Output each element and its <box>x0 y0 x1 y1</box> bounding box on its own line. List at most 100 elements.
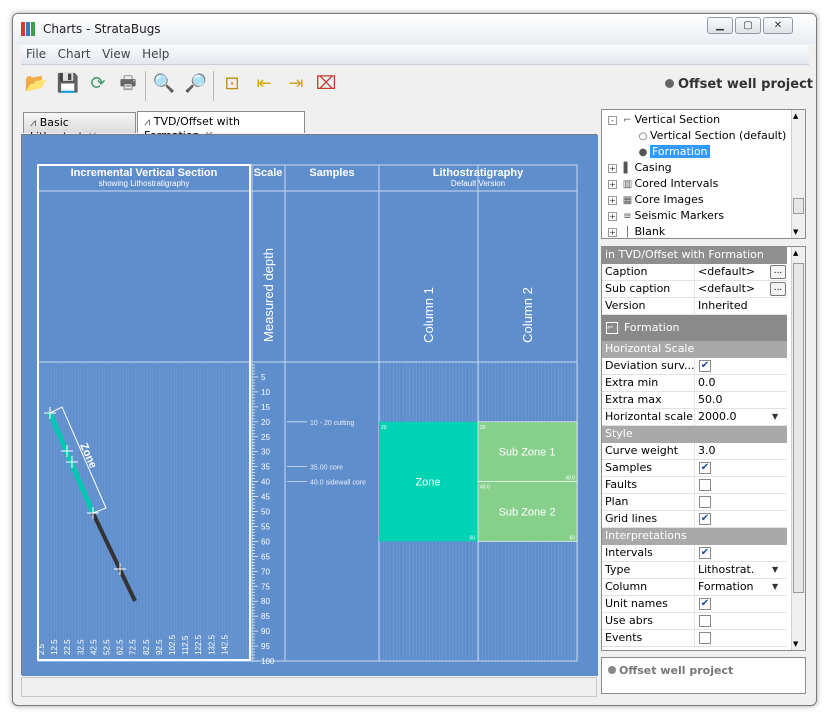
property-checkbox[interactable]: ✔ <box>699 360 711 372</box>
move-left-icon[interactable]: ⇤ <box>251 71 277 97</box>
offset-tick-label: 82.5 <box>142 639 151 655</box>
ivs-title: Incremental Vertical Section <box>71 167 218 179</box>
sample-label: 40.0 sidewall core <box>310 480 366 487</box>
property-key: Samples <box>605 461 652 474</box>
property-value[interactable]: <default> <box>698 282 768 295</box>
property-row[interactable]: Faults <box>602 477 787 494</box>
zoom-in-icon[interactable]: 🔍 <box>151 71 177 97</box>
zoom-out-icon[interactable]: 🔎 <box>183 71 209 97</box>
menu-bar: File Chart View Help <box>21 45 809 65</box>
collapse-icon[interactable]: - <box>608 115 617 125</box>
tree-item[interactable]: ○ Vertical Section (default) <box>636 129 787 145</box>
tree-item[interactable]: + ▦ Core Images <box>608 193 704 209</box>
expand-icon[interactable]: + <box>608 227 617 237</box>
expand-icon[interactable]: + <box>608 163 617 173</box>
minimize-button[interactable]: ▁ <box>707 17 733 34</box>
tree-item[interactable]: ● Formation <box>636 145 710 161</box>
menu-help[interactable]: Help <box>139 45 172 63</box>
depth-tick-label: 80 <box>261 597 270 606</box>
depth-tick-label: 25 <box>261 433 270 442</box>
tree-scrollbar[interactable]: ▲ ▼ <box>791 110 805 238</box>
tab-basic-lithostrat[interactable]: ⩘ Basic Lithostrat✕ <box>23 112 136 143</box>
property-value[interactable]: 2000.0 <box>698 410 768 423</box>
maximize-button[interactable]: ▢ <box>735 17 761 34</box>
radio-filled-icon: ● <box>638 147 648 158</box>
casing-icon: ▌ <box>623 163 632 174</box>
property-row[interactable]: Use abrs <box>602 613 787 630</box>
dropdown-arrow-icon[interactable]: ▼ <box>772 412 778 421</box>
property-row[interactable]: Type Lithostrat. ▼ <box>602 562 787 579</box>
expand-icon[interactable]: + <box>608 179 617 189</box>
tree-item[interactable]: + │ Blank <box>608 225 665 238</box>
property-row[interactable]: Column Formation ▼ <box>602 579 787 596</box>
property-value[interactable]: 3.0 <box>698 444 768 457</box>
property-value[interactable]: 0.0 <box>698 376 768 389</box>
property-value[interactable]: Lithostrat. <box>698 563 768 576</box>
refresh-icon[interactable]: ⟳ <box>85 71 111 97</box>
property-value[interactable]: Formation <box>698 580 768 593</box>
property-checkbox[interactable]: ✔ <box>699 547 711 559</box>
app-logo-icon <box>21 22 35 36</box>
ellipsis-button[interactable]: ... <box>770 282 786 296</box>
ivs-subtitle: showing Lithostratigraphy <box>99 179 190 188</box>
props-scrollbar[interactable]: ▲ ▼ <box>791 247 805 650</box>
move-right-icon[interactable]: ⇥ <box>283 71 309 97</box>
open-folder-icon[interactable]: 📂 <box>23 71 49 97</box>
subzone-base-label: 60 <box>569 535 575 541</box>
tab-tvd-offset[interactable]: ⩘ TVD/Offset with Formation✕ <box>137 111 305 142</box>
property-row[interactable]: Version Inherited <box>602 298 787 315</box>
property-checkbox[interactable]: ✔ <box>699 598 711 610</box>
menu-chart[interactable]: Chart <box>55 45 94 63</box>
print-icon[interactable]: 🖶 <box>115 71 141 97</box>
property-checkbox[interactable] <box>699 615 711 627</box>
ellipsis-button[interactable]: ... <box>770 265 786 279</box>
sample-label: 10 - 20 cutting <box>310 420 354 427</box>
property-row[interactable]: Samples ✔ <box>602 460 787 477</box>
tree-item[interactable]: + ≡ Seismic Markers <box>608 209 724 225</box>
tree-item[interactable]: + ▌ Casing <box>608 161 672 177</box>
menu-file[interactable]: File <box>23 45 49 63</box>
litho-subtitle: Default Version <box>451 179 505 188</box>
property-value[interactable]: <default> <box>698 265 768 278</box>
tab-chart-icon: ⩘ <box>30 116 37 129</box>
expand-icon[interactable]: + <box>608 195 617 205</box>
props-header: in TVD/Offset with Formation <box>602 247 787 264</box>
property-checkbox[interactable] <box>699 479 711 491</box>
delete-track-icon[interactable]: ⌧ <box>313 71 339 97</box>
tree-item[interactable]: - ⌐ Vertical Section <box>608 113 720 129</box>
property-row[interactable]: Caption <default>... <box>602 264 787 281</box>
property-row[interactable]: Deviation surv... ✔ <box>602 358 787 375</box>
blank-icon: │ <box>624 227 631 238</box>
property-key: Extra max <box>605 393 662 406</box>
save-icon[interactable]: 💾 <box>55 71 81 97</box>
menu-view[interactable]: View <box>99 45 133 63</box>
tree-item[interactable]: + ▥ Cored Intervals <box>608 177 718 193</box>
expand-icon[interactable]: + <box>608 211 617 221</box>
property-row[interactable]: Sub caption <default>... <box>602 281 787 298</box>
property-checkbox[interactable] <box>699 496 711 508</box>
property-checkbox[interactable]: ✔ <box>699 462 711 474</box>
dropdown-arrow-icon[interactable]: ▼ <box>772 582 778 591</box>
property-checkbox[interactable]: ✔ <box>699 513 711 525</box>
property-row[interactable]: Events <box>602 630 787 647</box>
zoom-fit-icon[interactable]: ⊡ <box>219 71 245 97</box>
project-name: Offset well project <box>678 77 813 92</box>
property-row[interactable]: Curve weight 3.0 <box>602 443 787 460</box>
depth-tick-label: 40 <box>261 478 270 487</box>
offset-tick-label: 42.5 <box>89 639 98 655</box>
property-row[interactable]: Intervals ✔ <box>602 545 787 562</box>
property-row[interactable]: Unit names ✔ <box>602 596 787 613</box>
property-row[interactable]: Horizontal scale 2000.0 ▼ <box>602 409 787 426</box>
dropdown-arrow-icon[interactable]: ▼ <box>772 565 778 574</box>
chart-canvas[interactable]: Incremental Vertical Section showing Lith… <box>21 134 598 676</box>
property-value[interactable]: Inherited <box>698 299 768 312</box>
chart-svg: Incremental Vertical Sectionshowing Lith… <box>22 135 598 676</box>
close-button[interactable]: ✕ <box>763 17 793 34</box>
property-row[interactable]: Extra min 0.0 <box>602 375 787 392</box>
property-checkbox[interactable] <box>699 632 711 644</box>
property-grid: in TVD/Offset with Formation Caption <defa… <box>601 246 806 651</box>
property-value[interactable]: 50.0 <box>698 393 768 406</box>
property-row[interactable]: Plan <box>602 494 787 511</box>
property-row[interactable]: Grid lines ✔ <box>602 511 787 528</box>
property-row[interactable]: Extra max 50.0 <box>602 392 787 409</box>
